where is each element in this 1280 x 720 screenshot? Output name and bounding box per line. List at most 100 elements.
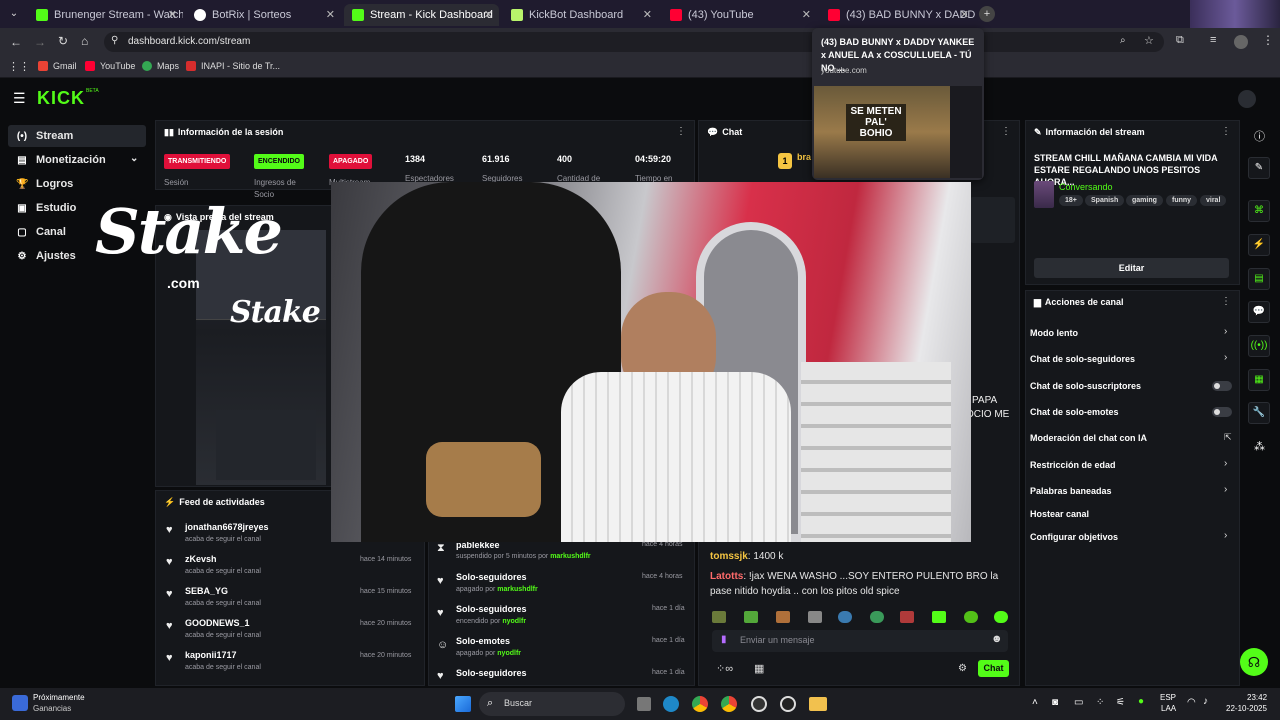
toggle-solo-emotes[interactable]: [1212, 407, 1232, 417]
emote-icon[interactable]: [776, 611, 790, 623]
layout-tool-icon[interactable]: ▦: [1248, 369, 1270, 391]
tab-brunenger[interactable]: Brunenger Stream - Watch Live✕: [28, 4, 183, 26]
stream-video-overlay[interactable]: [331, 182, 971, 542]
action-moderacion-ia[interactable]: Moderación del chat con IA: [1030, 433, 1147, 443]
site-info-icon[interactable]: ⚲: [111, 35, 118, 46]
bookmark-star-icon[interactable]: ☆: [1144, 34, 1154, 47]
bookmark-inapi[interactable]: INAPI - Sitio de Tr...: [186, 61, 280, 71]
tag-chip[interactable]: viral: [1200, 195, 1227, 206]
bookmark-youtube[interactable]: YouTube: [85, 61, 135, 71]
preview-video[interactable]: [196, 230, 326, 485]
emote-icon[interactable]: [900, 611, 914, 623]
emote-icon[interactable]: [994, 611, 1008, 623]
action-modo-lento[interactable]: Modo lento: [1030, 328, 1078, 338]
tag-chip[interactable]: funny: [1166, 195, 1198, 206]
chrome-icon[interactable]: [692, 696, 708, 712]
chevron-right-icon[interactable]: ›: [1224, 530, 1227, 541]
hamburger-icon[interactable]: ☰: [13, 90, 26, 107]
close-icon[interactable]: ✕: [326, 8, 335, 21]
action-solo-suscriptores[interactable]: Chat de solo-suscriptores: [1030, 381, 1141, 391]
obs-icon[interactable]: [751, 696, 767, 712]
apps-grid-icon[interactable]: ⋮⋮: [8, 60, 30, 73]
stream-info-menu-icon[interactable]: ⋮: [1221, 126, 1231, 137]
action-palabras-baneadas[interactable]: Palabras baneadas: [1030, 486, 1112, 496]
chat-tools-icon[interactable]: ⁘∞: [716, 662, 733, 675]
activity-item-name[interactable]: zKevsh: [185, 554, 217, 564]
menu-icon[interactable]: ⋮: [1262, 33, 1274, 47]
tray-icon[interactable]: ▭: [1074, 697, 1083, 708]
broadcast-tool-icon[interactable]: ((•)): [1248, 335, 1270, 357]
chat-username[interactable]: Latotts: [710, 571, 743, 582]
chat-top-user[interactable]: bra: [797, 152, 811, 162]
tab-search-button[interactable]: ⌄: [6, 6, 22, 22]
clock-date[interactable]: 22-10-2025: [1226, 704, 1267, 713]
bookmark-maps[interactable]: Maps: [142, 61, 179, 71]
profile-avatar[interactable]: [1234, 35, 1248, 49]
tray-network-icon[interactable]: ⚟: [1116, 697, 1125, 708]
reload-icon[interactable]: ↻: [58, 34, 68, 48]
sidebar-item-monetizacion[interactable]: ▤ Monetización ⌄: [8, 149, 146, 171]
chat-username[interactable]: tomssjk: [710, 551, 748, 562]
chevron-right-icon[interactable]: ›: [1224, 352, 1227, 363]
share-icon[interactable]: ⁂: [1254, 440, 1265, 453]
support-button[interactable]: ☊: [1240, 648, 1268, 676]
emote-icon[interactable]: [964, 611, 978, 623]
tray-chevron-icon[interactable]: ˄: [1032, 697, 1038, 708]
tab-youtube[interactable]: (43) YouTube ✕: [662, 4, 817, 26]
external-link-icon[interactable]: ⇱: [1224, 432, 1232, 443]
forward-icon[interactable]: →: [34, 35, 46, 49]
edit-button[interactable]: Editar: [1034, 258, 1229, 278]
emote-icon[interactable]: [712, 611, 726, 623]
wifi-icon[interactable]: ◠: [1187, 697, 1196, 708]
tag-chip[interactable]: gaming: [1126, 195, 1163, 206]
tray-grid-icon[interactable]: ⁘: [1096, 697, 1104, 708]
sidebar-item-stream[interactable]: (•) Stream: [8, 125, 146, 147]
chevron-right-icon[interactable]: ›: [1224, 326, 1227, 337]
session-menu-icon[interactable]: ⋮: [676, 126, 686, 137]
mic-tray-icon[interactable]: ●: [1138, 696, 1144, 707]
tab-kick-dashboard[interactable]: Stream - Kick Dashboard ✕: [344, 4, 499, 26]
tab-bad-bunny[interactable]: (43) BAD BUNNY x DADDY YA✕: [820, 4, 975, 26]
action-restriccion-edad[interactable]: Restricción de edad: [1030, 460, 1116, 470]
action-solo-seguidores[interactable]: Chat de solo-seguidores: [1030, 354, 1135, 364]
start-button[interactable]: [455, 696, 471, 712]
bookmark-gmail[interactable]: Gmail: [38, 61, 77, 71]
activity-item-name[interactable]: SEBA_YG: [185, 586, 228, 596]
emote-icon[interactable]: [932, 611, 946, 623]
clock-time[interactable]: 23:42: [1247, 693, 1267, 702]
emote-icon[interactable]: [808, 611, 822, 623]
language-line2[interactable]: LAA: [1161, 704, 1176, 713]
emote-icon[interactable]: [744, 611, 758, 623]
activity-item-name[interactable]: jonathan6678jreyes: [185, 522, 269, 532]
home-icon[interactable]: ⌂: [81, 34, 88, 48]
emote-icon[interactable]: [870, 611, 884, 623]
action-solo-emotes[interactable]: Chat de solo-emotes: [1030, 407, 1119, 417]
edge-icon[interactable]: [663, 696, 679, 712]
close-icon[interactable]: ✕: [802, 8, 811, 21]
clip-tool-icon[interactable]: ⌘: [1248, 200, 1270, 222]
url-field[interactable]: ⚲ dashboard.kick.com/stream ⌕ ☆: [104, 32, 1164, 52]
edit-tool-icon[interactable]: ✎: [1248, 157, 1270, 179]
category-name[interactable]: Conversando: [1059, 182, 1113, 192]
emote-icon[interactable]: [838, 611, 852, 623]
back-icon[interactable]: ←: [10, 35, 22, 49]
new-tab-button[interactable]: +: [979, 6, 995, 22]
chat-input[interactable]: ▮ Enviar un mensaje ☻: [712, 630, 1008, 652]
chat-menu-icon[interactable]: ⋮: [1001, 126, 1011, 137]
chat-settings-icon[interactable]: ⚙: [958, 663, 967, 674]
emoji-icon[interactable]: ☻: [991, 633, 1003, 645]
language-line1[interactable]: ESP: [1160, 693, 1176, 702]
chevron-right-icon[interactable]: ›: [1224, 484, 1227, 495]
chat-tool-icon[interactable]: 💬: [1248, 301, 1270, 323]
action-hostear-canal[interactable]: Hostear canal: [1030, 509, 1089, 519]
tab-kickbot[interactable]: KickBot Dashboard ✕: [503, 4, 658, 26]
weather-icon[interactable]: [12, 695, 28, 711]
info-icon[interactable]: ⓘ: [1254, 128, 1265, 144]
bolt-tool-icon[interactable]: ⚡: [1248, 234, 1270, 256]
close-icon[interactable]: ✕: [168, 8, 177, 21]
kick-logo[interactable]: KICK: [37, 88, 85, 109]
file-explorer-icon[interactable]: [809, 697, 827, 711]
media-icon[interactable]: ≡: [1210, 34, 1216, 46]
extensions-icon[interactable]: ⧉: [1176, 34, 1184, 47]
media-player-icon[interactable]: [780, 696, 796, 712]
